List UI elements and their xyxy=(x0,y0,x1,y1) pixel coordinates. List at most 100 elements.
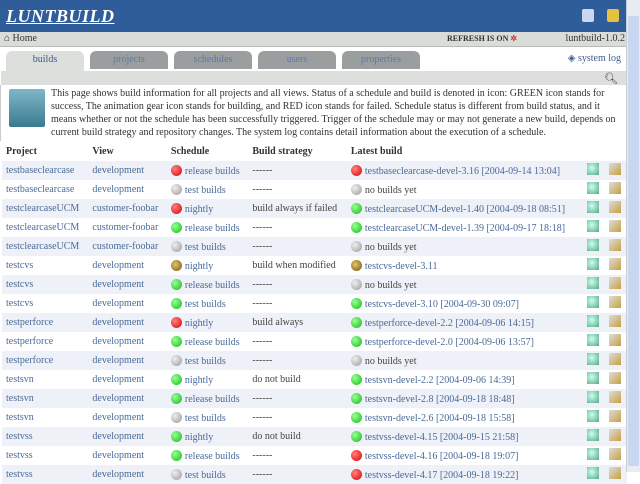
schedule-link[interactable]: release builds xyxy=(185,451,240,462)
build-history-icon[interactable] xyxy=(609,163,621,175)
build-history-icon[interactable] xyxy=(609,296,621,308)
project-link[interactable]: testvss xyxy=(2,465,89,484)
refresh-toggle[interactable]: REFRESH IS ON ✲ xyxy=(447,32,517,46)
trigger-build-icon[interactable] xyxy=(587,201,599,213)
tab-builds[interactable]: builds xyxy=(6,51,84,71)
trigger-build-icon[interactable] xyxy=(587,315,599,327)
view-link[interactable]: development xyxy=(88,313,167,332)
schedule-link[interactable]: test builds xyxy=(185,242,226,253)
view-link[interactable]: development xyxy=(88,446,167,465)
schedule-link[interactable]: nightly xyxy=(185,261,213,272)
view-link[interactable]: development xyxy=(88,370,167,389)
view-link[interactable]: development xyxy=(88,389,167,408)
schedule-link[interactable]: nightly xyxy=(185,204,213,215)
trigger-build-icon[interactable] xyxy=(587,467,599,479)
trigger-build-icon[interactable] xyxy=(587,334,599,346)
project-link[interactable]: testclearcaseUCM xyxy=(2,199,89,218)
trigger-build-icon[interactable] xyxy=(587,391,599,403)
latest-build-link[interactable]: testclearcaseUCM-devel-1.39 [2004-09-17 … xyxy=(365,223,565,234)
schedule-link[interactable]: test builds xyxy=(185,356,226,367)
schedule-link[interactable]: release builds xyxy=(185,280,240,291)
view-link[interactable]: development xyxy=(88,465,167,484)
latest-build-link[interactable]: testperforce-devel-2.0 [2004-09-06 13:57… xyxy=(365,337,534,348)
project-link[interactable]: testperforce xyxy=(2,351,89,370)
view-link[interactable]: development xyxy=(88,427,167,446)
latest-build-link[interactable]: testvss-devel-4.15 [2004-09-15 21:58] xyxy=(365,432,519,443)
build-history-icon[interactable] xyxy=(609,448,621,460)
project-link[interactable]: testclearcaseUCM xyxy=(2,218,88,237)
scrollbar-thumb[interactable] xyxy=(628,16,639,466)
schedule-link[interactable]: test builds xyxy=(185,299,226,310)
trigger-build-icon[interactable] xyxy=(587,239,599,251)
build-history-icon[interactable] xyxy=(609,467,621,479)
schedule-link[interactable]: release builds xyxy=(185,394,240,405)
schedule-link[interactable]: nightly xyxy=(185,375,213,386)
trigger-build-icon[interactable] xyxy=(587,410,599,422)
view-link[interactable]: development xyxy=(88,351,167,370)
build-history-icon[interactable] xyxy=(609,410,621,422)
build-history-icon[interactable] xyxy=(609,315,621,327)
system-log-link[interactable]: ◈ system log xyxy=(568,53,621,64)
project-link[interactable]: testbaseclearcase xyxy=(2,180,88,199)
build-history-icon[interactable] xyxy=(609,201,621,213)
build-history-icon[interactable] xyxy=(609,391,621,403)
trigger-build-icon[interactable] xyxy=(587,220,599,232)
view-link[interactable]: customer-foobar xyxy=(88,199,167,218)
trigger-build-icon[interactable] xyxy=(587,448,599,460)
view-link[interactable]: development xyxy=(88,256,167,275)
build-history-icon[interactable] xyxy=(609,429,621,441)
app-logo[interactable]: LUNTBUILD xyxy=(6,6,115,27)
build-history-icon[interactable] xyxy=(609,182,621,194)
schedule-link[interactable]: nightly xyxy=(185,318,213,329)
project-link[interactable]: testsvn xyxy=(2,408,88,427)
view-link[interactable]: development xyxy=(88,332,167,351)
tab-properties[interactable]: properties xyxy=(342,51,420,69)
search-icon[interactable]: 🔍︎ xyxy=(604,72,618,85)
schedule-link[interactable]: release builds xyxy=(185,337,240,348)
scrollbar[interactable] xyxy=(626,0,640,472)
schedule-link[interactable]: nightly xyxy=(185,432,213,443)
home-link[interactable]: ⌂ Home xyxy=(4,32,37,46)
trigger-build-icon[interactable] xyxy=(587,163,599,175)
build-history-icon[interactable] xyxy=(609,258,621,270)
home-icon[interactable] xyxy=(607,9,619,22)
trigger-build-icon[interactable] xyxy=(587,296,599,308)
latest-build-link[interactable]: testbaseclearcase-devel-3.16 [2004-09-14… xyxy=(365,166,560,177)
latest-build-link[interactable]: testperforce-devel-2.2 [2004-09-06 14:15… xyxy=(365,318,534,329)
view-link[interactable]: customer-foobar xyxy=(88,218,167,237)
view-link[interactable]: development xyxy=(88,161,167,180)
project-link[interactable]: testcvs xyxy=(2,256,88,275)
schedule-link[interactable]: release builds xyxy=(185,166,240,177)
trigger-build-icon[interactable] xyxy=(587,277,599,289)
project-link[interactable]: testperforce xyxy=(2,313,89,332)
latest-build-link[interactable]: testvss-devel-4.17 [2004-09-18 19:22] xyxy=(365,470,519,481)
project-link[interactable]: testvss xyxy=(2,427,89,446)
build-history-icon[interactable] xyxy=(609,353,621,365)
build-history-icon[interactable] xyxy=(609,372,621,384)
project-link[interactable]: testcvs xyxy=(2,275,89,294)
help-icon[interactable] xyxy=(582,9,594,22)
latest-build-link[interactable]: testsvn-devel-2.8 [2004-09-18 18:48] xyxy=(365,394,515,405)
latest-build-link[interactable]: testcvs-devel-3.10 [2004-09-30 09:07] xyxy=(365,299,519,310)
latest-build-link[interactable]: testsvn-devel-2.6 [2004-09-18 15:58] xyxy=(365,413,515,424)
schedule-link[interactable]: test builds xyxy=(185,413,226,424)
schedule-link[interactable]: test builds xyxy=(185,185,226,196)
project-link[interactable]: testcvs xyxy=(2,294,88,313)
view-link[interactable]: development xyxy=(88,180,167,199)
view-link[interactable]: development xyxy=(88,408,167,427)
latest-build-link[interactable]: testvss-devel-4.16 [2004-09-18 19:07] xyxy=(365,451,519,462)
project-link[interactable]: testbaseclearcase xyxy=(2,161,89,180)
trigger-build-icon[interactable] xyxy=(587,429,599,441)
project-link[interactable]: testvss xyxy=(2,446,88,465)
latest-build-link[interactable]: testcvs-devel-3.11 xyxy=(365,261,438,272)
view-link[interactable]: development xyxy=(88,275,167,294)
trigger-build-icon[interactable] xyxy=(587,372,599,384)
tab-users[interactable]: users xyxy=(258,51,336,69)
build-history-icon[interactable] xyxy=(609,334,621,346)
tab-schedules[interactable]: schedules xyxy=(174,51,252,69)
tab-projects[interactable]: projects xyxy=(90,51,168,69)
latest-build-link[interactable]: testsvn-devel-2.2 [2004-09-06 14:39] xyxy=(365,375,515,386)
view-link[interactable]: development xyxy=(88,294,167,313)
schedule-link[interactable]: release builds xyxy=(185,223,240,234)
project-link[interactable]: testperforce xyxy=(2,332,88,351)
